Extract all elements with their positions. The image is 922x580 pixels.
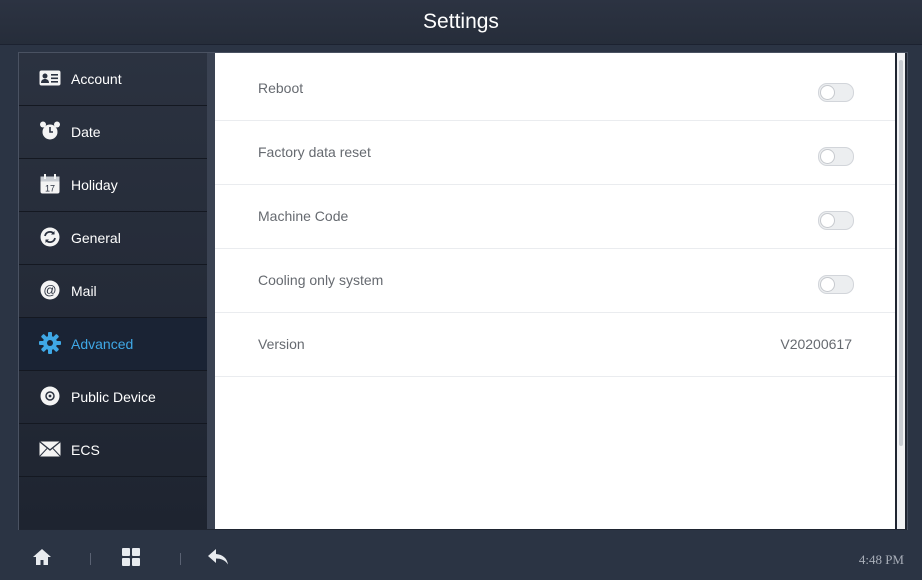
grid-icon[interactable] (122, 548, 140, 571)
setting-label: Cooling only system (258, 272, 384, 288)
sidebar-item-label: Public Device (71, 389, 156, 405)
setting-row-version: Version V20200617 (215, 312, 895, 377)
sidebar-item-label: ECS (71, 442, 100, 458)
page-title: Settings (423, 10, 499, 33)
back-icon[interactable] (207, 548, 229, 571)
calendar-icon: 17 (39, 174, 61, 194)
setting-row-factory-reset: Factory data reset (215, 120, 895, 185)
sidebar-item-label: Account (71, 71, 122, 87)
cooling-only-toggle[interactable] (818, 275, 854, 294)
scrollbar-thumb[interactable] (899, 60, 903, 446)
sidebar-item-ecs[interactable]: ECS (19, 424, 207, 477)
setting-row-reboot: Reboot (215, 56, 895, 121)
settings-panel: Reboot Factory data reset Machine Code C… (215, 53, 895, 529)
envelope-icon (39, 439, 61, 459)
device-icon (39, 386, 61, 406)
alarm-clock-icon (39, 121, 61, 141)
contact-card-icon (39, 68, 61, 88)
setting-label: Reboot (258, 80, 304, 96)
refresh-icon (39, 227, 61, 247)
sidebar-item-label: Advanced (71, 336, 134, 352)
sidebar-item-date[interactable]: Date (19, 106, 207, 159)
svg-text:17: 17 (45, 184, 55, 194)
sidebar-divider (207, 53, 215, 529)
sidebar-item-general[interactable]: General (19, 212, 207, 265)
title-bar: Settings (0, 0, 922, 45)
reboot-toggle[interactable] (818, 83, 854, 102)
svg-text:@: @ (43, 283, 56, 298)
clock: 4:48 PM (858, 552, 904, 567)
setting-row-machine-code: Machine Code (215, 184, 895, 249)
home-icon[interactable] (32, 548, 52, 571)
setting-label: Version (258, 336, 305, 352)
divider (90, 553, 91, 565)
sidebar-item-account[interactable]: Account (19, 53, 207, 106)
sidebar-item-holiday[interactable]: 17 Holiday (19, 159, 207, 212)
setting-label: Factory data reset (258, 144, 371, 160)
toggle-knob (820, 213, 835, 228)
sidebar-item-label: Holiday (71, 177, 118, 193)
toggle-knob (820, 149, 835, 164)
toggle-knob (820, 277, 835, 292)
setting-row-cooling-only: Cooling only system (215, 248, 895, 313)
sidebar-item-label: Date (71, 124, 101, 140)
gear-icon (39, 332, 61, 354)
sidebar: Account Date 17 Holiday General @ Mail A… (19, 53, 207, 529)
machine-code-toggle[interactable] (818, 211, 854, 230)
sidebar-item-label: Mail (71, 283, 97, 299)
setting-label: Machine Code (258, 208, 349, 224)
sidebar-item-label: General (71, 230, 121, 246)
sidebar-item-mail[interactable]: @ Mail (19, 265, 207, 318)
divider (180, 553, 181, 565)
sidebar-item-public-device[interactable]: Public Device (19, 371, 207, 424)
sidebar-item-advanced[interactable]: Advanced (19, 318, 207, 371)
version-value: V20200617 (780, 336, 852, 352)
at-sign-icon: @ (39, 280, 61, 300)
toggle-knob (820, 85, 835, 100)
factory-reset-toggle[interactable] (818, 147, 854, 166)
